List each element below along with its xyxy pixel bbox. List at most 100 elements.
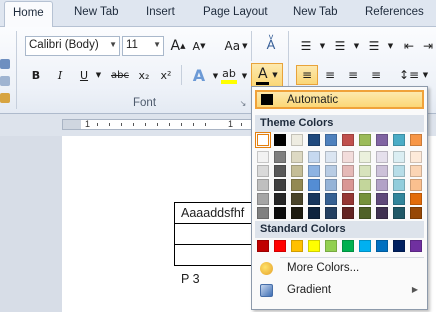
- color-swatch[interactable]: [308, 193, 320, 205]
- color-swatch[interactable]: [325, 134, 337, 146]
- color-swatch[interactable]: [257, 151, 269, 163]
- color-swatch[interactable]: [376, 193, 388, 205]
- tab-new-tab-1[interactable]: New Tab: [74, 6, 119, 18]
- color-swatch[interactable]: [274, 240, 286, 252]
- gradient-option[interactable]: Gradient ▶: [255, 280, 424, 302]
- color-swatch[interactable]: [308, 179, 320, 191]
- chevron-down-icon[interactable]: ▼: [421, 65, 430, 85]
- strikethrough-button[interactable]: abc: [108, 65, 132, 85]
- color-swatch[interactable]: [410, 193, 422, 205]
- color-swatch[interactable]: [274, 179, 286, 191]
- tab-new-tab-2[interactable]: New Tab: [293, 6, 338, 18]
- bold-button[interactable]: B: [26, 65, 46, 85]
- color-swatch[interactable]: [359, 193, 371, 205]
- tab-references[interactable]: References: [365, 6, 424, 18]
- document-paragraph[interactable]: P 3: [181, 272, 200, 286]
- italic-button[interactable]: I: [50, 65, 70, 85]
- chevron-down-icon[interactable]: ▼: [272, 71, 277, 79]
- color-swatch[interactable]: [274, 151, 286, 163]
- color-swatch[interactable]: [376, 165, 388, 177]
- dialog-launcher-icon[interactable]: ↘: [238, 98, 248, 108]
- color-swatch[interactable]: [325, 207, 337, 219]
- color-swatch[interactable]: [308, 240, 320, 252]
- color-swatch[interactable]: [291, 240, 303, 252]
- bullets-icon[interactable]: ☰: [296, 36, 316, 56]
- automatic-color-option[interactable]: Automatic: [255, 90, 424, 109]
- color-swatch[interactable]: [257, 165, 269, 177]
- chevron-down-icon[interactable]: ▼: [386, 36, 395, 56]
- color-swatch[interactable]: [342, 151, 354, 163]
- color-swatch[interactable]: [308, 151, 320, 163]
- color-swatch[interactable]: [291, 193, 303, 205]
- text-effects-button[interactable]: A: [188, 63, 210, 87]
- horizontal-ruler[interactable]: 1 1: [62, 119, 262, 130]
- font-size-combo[interactable]: 11 ▼: [122, 36, 164, 56]
- chevron-down-icon[interactable]: ▼: [153, 40, 161, 49]
- color-swatch[interactable]: [291, 134, 303, 146]
- more-colors-option[interactable]: More Colors...: [255, 258, 424, 280]
- color-swatch[interactable]: [393, 240, 405, 252]
- tab-page-layout[interactable]: Page Layout: [203, 6, 268, 18]
- color-swatch[interactable]: [376, 179, 388, 191]
- color-swatch[interactable]: [376, 240, 388, 252]
- chevron-down-icon[interactable]: ▼: [352, 36, 361, 56]
- color-swatch[interactable]: [325, 165, 337, 177]
- change-case-button[interactable]: Aa ▼: [221, 36, 251, 56]
- color-swatch[interactable]: [342, 165, 354, 177]
- color-swatch[interactable]: [274, 165, 286, 177]
- color-swatch[interactable]: [393, 193, 405, 205]
- justify-button[interactable]: ≡: [366, 65, 386, 85]
- color-swatch[interactable]: [274, 193, 286, 205]
- color-swatch[interactable]: [393, 151, 405, 163]
- color-swatch[interactable]: [410, 179, 422, 191]
- color-swatch[interactable]: [410, 151, 422, 163]
- color-swatch[interactable]: [393, 165, 405, 177]
- color-swatch[interactable]: [359, 151, 371, 163]
- color-swatch[interactable]: [410, 240, 422, 252]
- color-swatch[interactable]: [291, 207, 303, 219]
- superscript-button[interactable]: x²: [156, 65, 176, 85]
- color-swatch[interactable]: [342, 240, 354, 252]
- color-swatch[interactable]: [291, 179, 303, 191]
- chevron-down-icon[interactable]: ▼: [94, 65, 103, 85]
- copy-icon[interactable]: [0, 76, 10, 86]
- format-painter-icon[interactable]: [0, 93, 10, 103]
- color-swatch[interactable]: [308, 165, 320, 177]
- color-swatch[interactable]: [410, 207, 422, 219]
- font-name-combo[interactable]: Calibri (Body) ▼: [25, 36, 120, 56]
- color-swatch[interactable]: [359, 240, 371, 252]
- color-swatch[interactable]: [325, 151, 337, 163]
- color-swatch[interactable]: [359, 134, 371, 146]
- color-swatch[interactable]: [342, 134, 354, 146]
- color-swatch[interactable]: [342, 179, 354, 191]
- highlight-button[interactable]: ab: [218, 63, 240, 87]
- color-swatch[interactable]: [359, 179, 371, 191]
- color-swatch[interactable]: [274, 207, 286, 219]
- align-left-button[interactable]: ≡: [296, 65, 318, 85]
- color-swatch[interactable]: [342, 193, 354, 205]
- color-swatch[interactable]: [359, 165, 371, 177]
- color-swatch[interactable]: [291, 165, 303, 177]
- color-swatch[interactable]: [393, 207, 405, 219]
- subscript-button[interactable]: x₂: [134, 65, 154, 85]
- color-swatch[interactable]: [393, 179, 405, 191]
- grow-font-button[interactable]: A ▲: [168, 36, 188, 56]
- increase-indent-icon[interactable]: ⇥: [420, 36, 436, 56]
- color-swatch[interactable]: [342, 207, 354, 219]
- color-swatch[interactable]: [325, 240, 337, 252]
- color-swatch[interactable]: [274, 134, 286, 146]
- multilevel-list-icon[interactable]: ☰: [364, 36, 384, 56]
- color-swatch[interactable]: [410, 134, 422, 146]
- line-spacing-icon[interactable]: ↕≡: [398, 65, 420, 85]
- color-swatch[interactable]: [257, 193, 269, 205]
- align-center-button[interactable]: ≡: [320, 65, 340, 85]
- color-swatch[interactable]: [308, 207, 320, 219]
- color-swatch[interactable]: [308, 134, 320, 146]
- chevron-down-icon[interactable]: ▼: [240, 69, 249, 83]
- cut-icon[interactable]: [0, 59, 10, 69]
- numbering-icon[interactable]: ☰: [330, 36, 350, 56]
- color-swatch[interactable]: [410, 165, 422, 177]
- decrease-indent-icon[interactable]: ⇤: [400, 36, 418, 56]
- color-swatch[interactable]: [257, 240, 269, 252]
- chevron-down-icon[interactable]: ▼: [109, 40, 117, 49]
